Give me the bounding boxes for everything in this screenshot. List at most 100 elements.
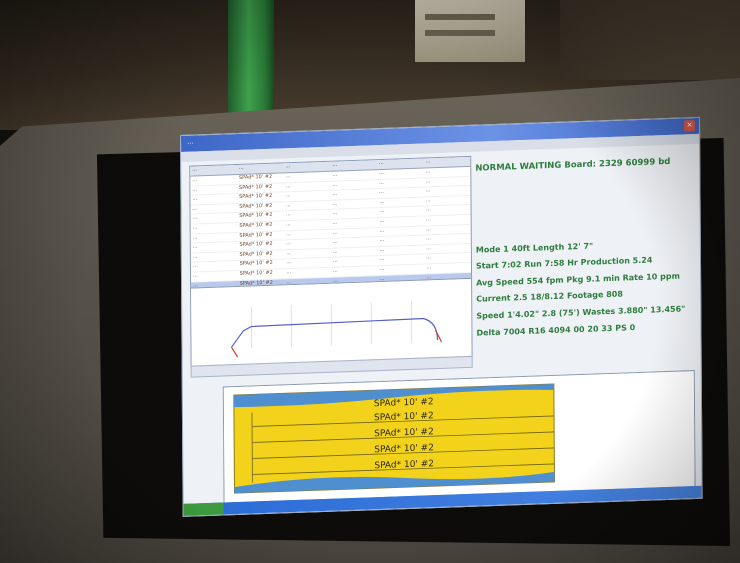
- table-cell: ...: [332, 229, 338, 236]
- table-cell: ...: [286, 230, 291, 237]
- table-cell: SPAd* 10' #2: [239, 183, 273, 191]
- status-headline: NORMAL WAITING Board: 2329 60999 bd: [475, 156, 671, 174]
- table-cell: SPAd* 10' #2: [239, 269, 273, 277]
- table-cell: ...: [426, 254, 432, 261]
- table-cell: ...: [332, 219, 338, 226]
- status-panel: NORMAL WAITING Board: 2329 60999 bd Mode…: [471, 146, 701, 376]
- table-cell: ...: [285, 182, 291, 189]
- table-cell: ...: [425, 197, 431, 204]
- table-cell: ...: [332, 171, 338, 178]
- table-cell: ...: [379, 237, 385, 244]
- table-cell: SPAd* 10' #2: [239, 231, 273, 239]
- table-cell: ...: [192, 195, 198, 202]
- board-label: SPAd* 10' #2: [374, 459, 434, 471]
- table-cell: ...: [192, 224, 198, 231]
- table-cell: ...: [332, 209, 338, 217]
- table-cell: SPAd* 10' #2: [239, 221, 273, 229]
- table-cell: ...: [332, 257, 338, 265]
- status-line: Start 7:02 Run 7:58 Hr Production 5.24: [475, 255, 653, 271]
- table-cell: ...: [425, 187, 431, 194]
- table-cell: ...: [192, 253, 198, 260]
- table-cell: SPAd* 10' #2: [239, 260, 273, 268]
- table-cell: ...: [426, 264, 432, 271]
- column-header[interactable]: ...: [377, 158, 424, 169]
- table-cell: ...: [378, 169, 384, 177]
- table-cell: ...: [426, 235, 431, 242]
- status-line: Avg Speed 554 fpm Pkg 9.1 min Rate 10 pp…: [476, 271, 680, 288]
- table-cell: SPAd* 10' #2: [239, 192, 273, 201]
- table-cell: ...: [426, 225, 431, 232]
- box-slot: [425, 14, 495, 20]
- table-cell: ...: [192, 205, 198, 212]
- table-cell: ...: [285, 192, 291, 199]
- table-cell: SPAd* 10' #2: [239, 212, 273, 220]
- board-label: SPAd* 10' #2: [374, 427, 434, 439]
- table-cell: ...: [425, 216, 431, 223]
- photo-scene: ... ✕ ... ... ... ... ... ... ... SPAd* 1…: [0, 0, 740, 563]
- table-cell: ...: [379, 256, 385, 263]
- table-cell: ...: [425, 168, 431, 175]
- column-header[interactable]: ...: [237, 163, 284, 174]
- table-cell: ...: [192, 214, 198, 221]
- board-label: SPAd* 10' #2: [374, 397, 434, 409]
- table-cell: ...: [379, 246, 385, 253]
- background-panel: [560, 0, 740, 80]
- box-slot: [425, 30, 495, 36]
- table-cell: ...: [426, 244, 432, 252]
- table-cell: SPAd* 10' #2: [239, 202, 273, 210]
- table-cell: ...: [285, 211, 291, 218]
- status-line: Current 2.5 18/8.12 Footage 808: [476, 289, 623, 304]
- status-line: Speed 1'4.02" 2.8 (75') Wastes 3.880" 13…: [476, 304, 686, 321]
- window-title: ...: [187, 137, 194, 146]
- table-cell: ...: [192, 272, 198, 279]
- table-cell: ...: [192, 185, 198, 193]
- table-cell: ...: [379, 189, 384, 196]
- table-cell: ...: [285, 201, 291, 209]
- close-icon[interactable]: ✕: [684, 120, 696, 132]
- table-cell: ...: [379, 217, 385, 225]
- board-label: SPAd* 10' #2: [374, 443, 434, 455]
- column-header[interactable]: ...: [330, 160, 377, 171]
- table-cell: ...: [332, 238, 338, 245]
- table-cell: SPAd* 10' #2: [239, 250, 273, 258]
- table-body: ... SPAd* 10' #2............... SPAd* 10' …: [190, 166, 472, 292]
- table-cell: ...: [379, 265, 385, 272]
- table-cell: ...: [332, 248, 338, 255]
- table-cell: ...: [425, 177, 431, 185]
- table-cell: SPAd* 10' #2: [239, 240, 273, 249]
- column-header[interactable]: ...: [190, 165, 237, 176]
- trend-graph-svg: [191, 278, 472, 367]
- table-cell: ...: [192, 262, 198, 269]
- layup-svg: SPAd* 10' #2 SPAd* 10' #2 SPAd* 10' #2 S…: [223, 371, 695, 503]
- table-cell: ...: [379, 227, 385, 234]
- table-cell: ...: [332, 190, 338, 197]
- board-table: ... ... ... ... ... ... ... SPAd* 10' #2.…: [189, 155, 473, 292]
- table-cell: ...: [286, 269, 292, 276]
- table-cell: ...: [285, 173, 291, 180]
- table-cell: ...: [192, 243, 198, 250]
- table-cell: ...: [192, 233, 198, 241]
- trend-graph: [190, 277, 473, 368]
- table-cell: ...: [379, 208, 385, 215]
- table-cell: ...: [332, 181, 338, 188]
- monitor-screen: ... ✕ ... ... ... ... ... ... ... SPAd* 1…: [180, 116, 703, 517]
- table-cell: SPAd* 10' #2: [238, 173, 273, 181]
- table-cell: ...: [192, 176, 198, 183]
- table-cell: ...: [286, 249, 291, 257]
- table-cell: ...: [286, 240, 291, 247]
- status-line: Mode 1 40ft Length 12' 7": [475, 241, 594, 255]
- table-cell: ...: [379, 179, 384, 186]
- table-cell: ...: [332, 200, 338, 207]
- wall-equipment-box: [415, 0, 525, 62]
- board-label: SPAd* 10' #2: [374, 411, 434, 423]
- table-cell: ...: [332, 267, 338, 274]
- table-cell: ...: [425, 206, 431, 213]
- table-cell: ...: [285, 221, 291, 228]
- column-header[interactable]: ...: [424, 157, 471, 168]
- board-layup-view: SPAd* 10' #2 SPAd* 10' #2 SPAd* 10' #2 S…: [222, 370, 696, 504]
- start-button[interactable]: [183, 502, 224, 516]
- table-cell: ...: [379, 198, 384, 205]
- status-line: Delta 7004 R16 4094 00 20 33 PS 0: [476, 323, 636, 338]
- column-header[interactable]: ...: [284, 162, 331, 173]
- table-cell: ...: [286, 259, 292, 266]
